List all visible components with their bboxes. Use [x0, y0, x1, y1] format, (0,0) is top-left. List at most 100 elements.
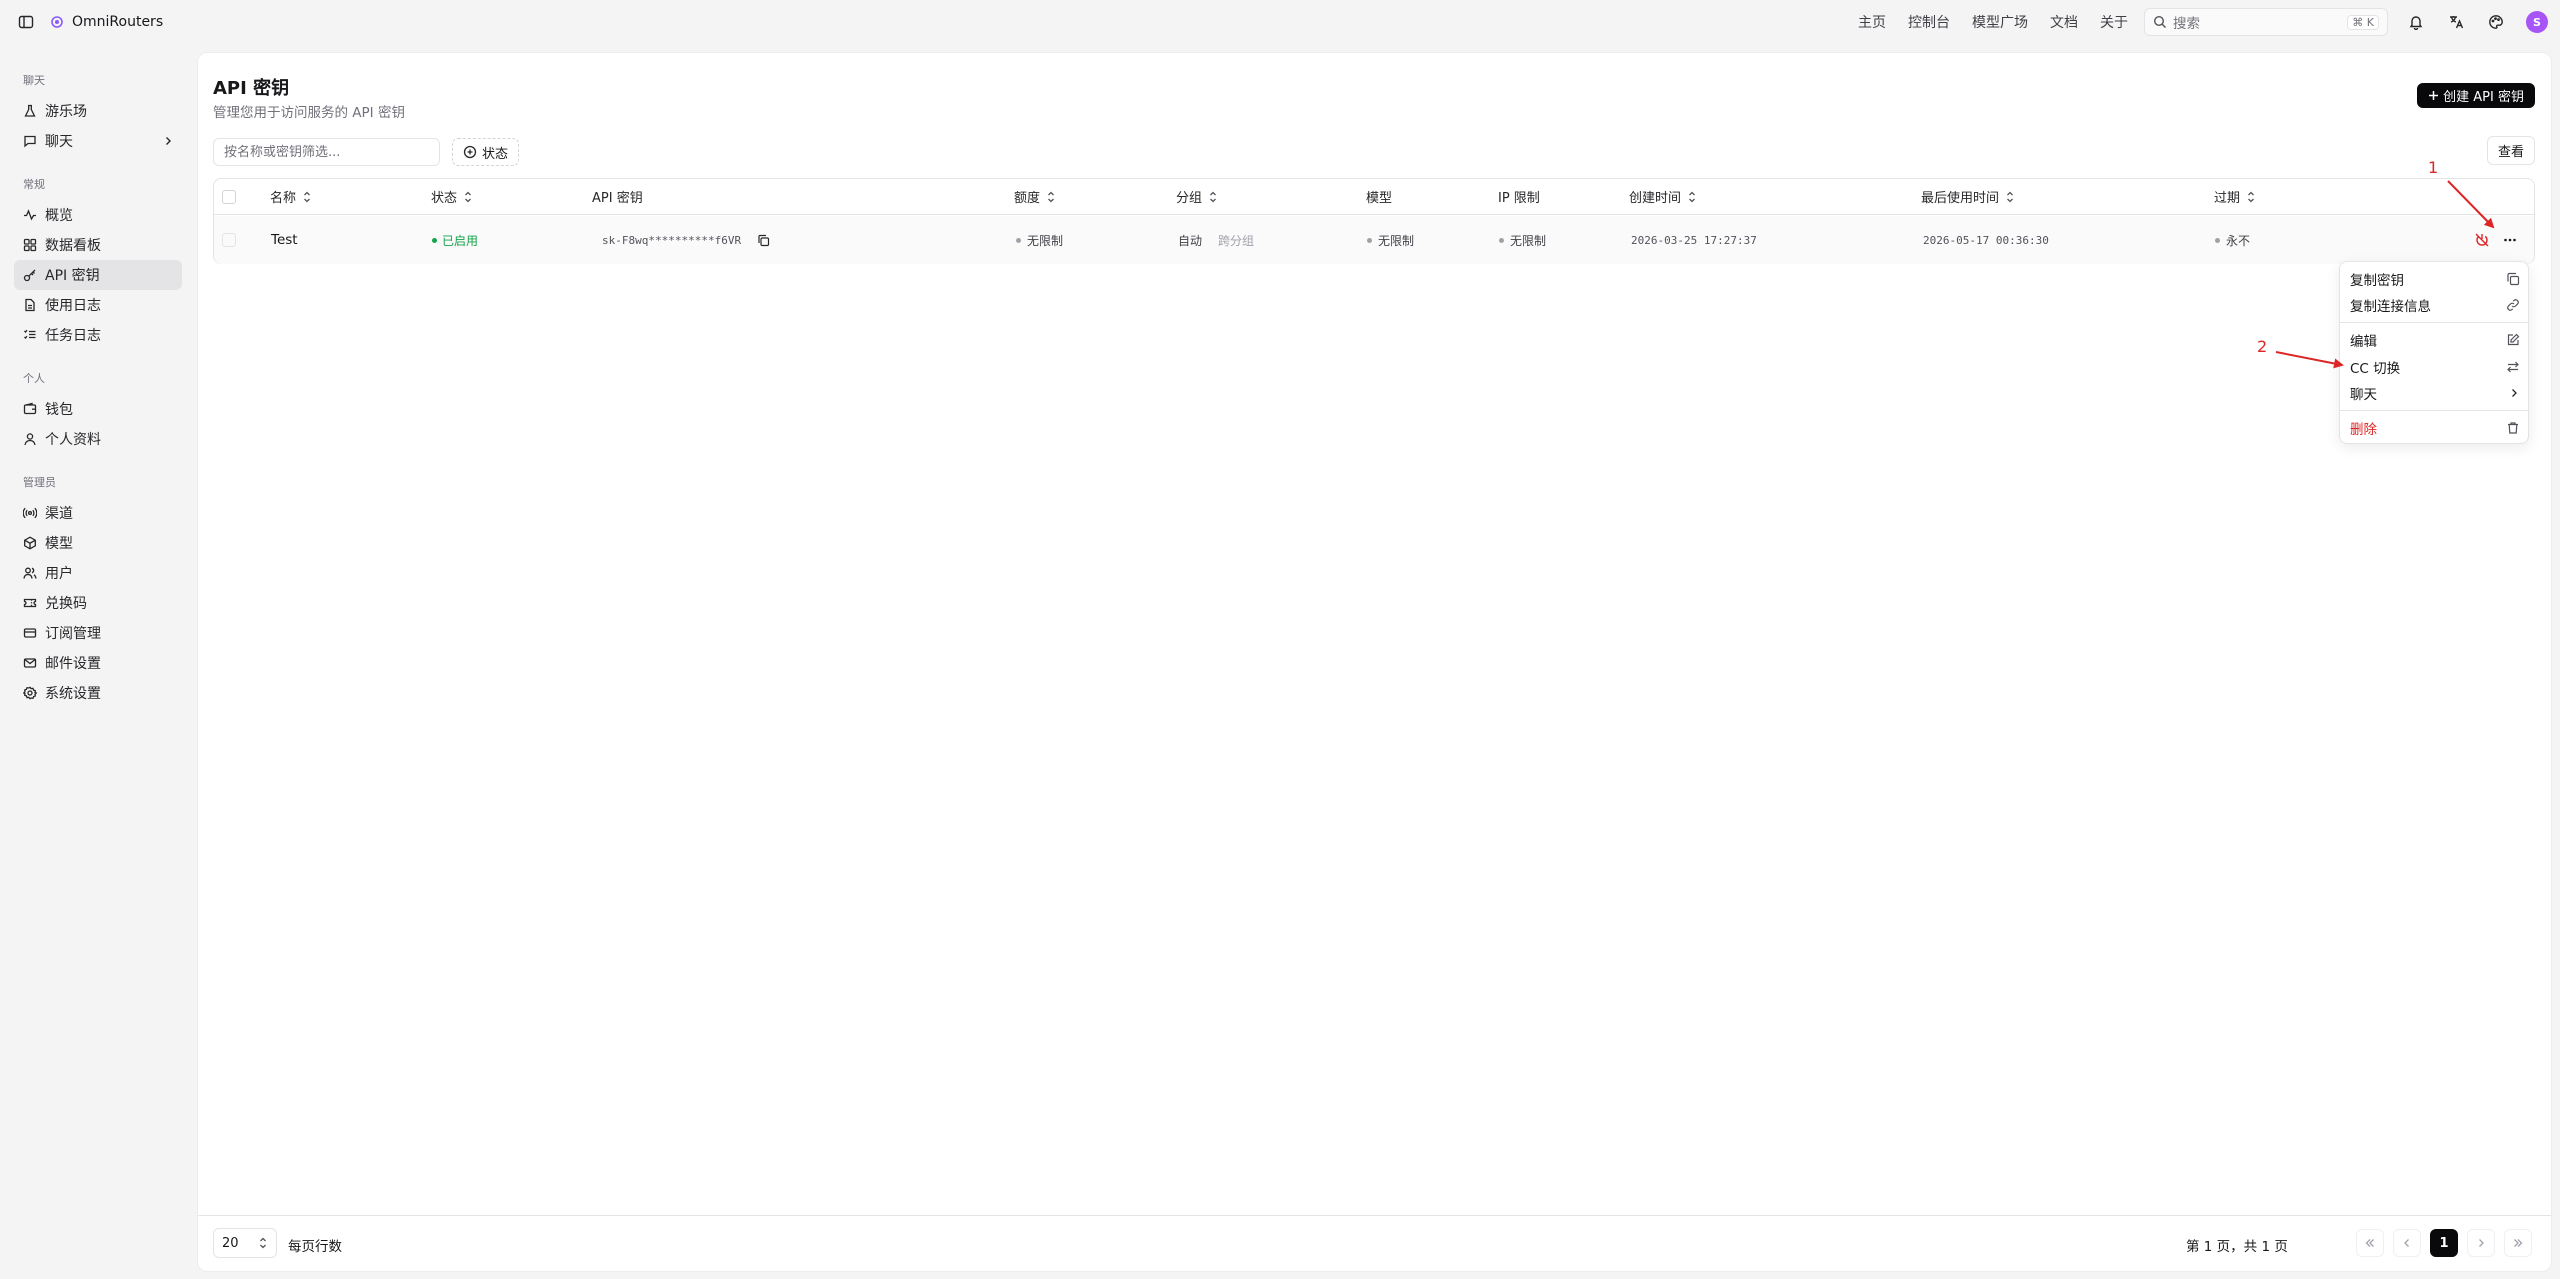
sidebar-item-task-logs[interactable]: 任务日志: [14, 320, 182, 350]
sidebar-item-chat[interactable]: 聊天: [14, 126, 182, 156]
last-page-button[interactable]: [2504, 1229, 2532, 1257]
sidebar-item-label: 渠道: [45, 506, 73, 522]
sidebar-item-system-settings[interactable]: 系统设置: [14, 678, 182, 708]
sidebar-item-label: API 密钥: [45, 268, 100, 284]
cell-last-used: 2026-05-17 00:36:30: [1923, 233, 2049, 247]
chevrons-left-icon: [2364, 1237, 2376, 1249]
create-api-key-button[interactable]: 创建 API 密钥: [2417, 83, 2535, 108]
header-last-used[interactable]: 最后使用时间: [1921, 179, 2015, 214]
header-name[interactable]: 名称: [270, 179, 312, 214]
user-icon: [23, 432, 37, 446]
header-label: API 密钥: [592, 191, 643, 206]
next-page-button[interactable]: [2467, 1229, 2495, 1257]
nav-home[interactable]: 主页: [1858, 12, 1886, 32]
sort-icon: [1687, 190, 1697, 204]
menu-separator: [2340, 410, 2528, 411]
nav-console[interactable]: 控制台: [1908, 12, 1950, 32]
header-expire[interactable]: 过期: [2214, 179, 2256, 214]
header-label: 过期: [2214, 191, 2241, 206]
header-group[interactable]: 分组: [1176, 179, 1218, 214]
prev-page-button[interactable]: [2393, 1229, 2421, 1257]
search-icon: [2153, 15, 2167, 29]
header-model: 模型: [1366, 179, 1392, 214]
table-footer: 20 每页行数 第 1 页，共 1 页 1: [198, 1215, 2551, 1271]
bell-icon[interactable]: [2406, 12, 2426, 32]
list-check-icon: [23, 328, 37, 342]
sidebar-item-wallet[interactable]: 钱包: [14, 394, 182, 424]
sidebar-item-label: 聊天: [45, 134, 73, 150]
search-box[interactable]: 搜索 ⌘ K: [2144, 8, 2388, 36]
sidebar-item-users[interactable]: 用户: [14, 558, 182, 588]
edit-icon: [2506, 333, 2520, 347]
sidebar-item-mail-settings[interactable]: 邮件设置: [14, 648, 182, 678]
page-button-current[interactable]: 1: [2430, 1229, 2458, 1257]
sidebar-item-overview[interactable]: 概览: [14, 200, 182, 230]
sidebar-item-playground[interactable]: 游乐场: [14, 96, 182, 126]
disable-key-icon[interactable]: [2474, 216, 2490, 264]
sidebar-item-dashboard[interactable]: 数据看板: [14, 230, 182, 260]
status-filter-label: 状态: [482, 146, 509, 162]
menu-item-delete[interactable]: 删除: [2340, 415, 2528, 441]
key-icon: [23, 268, 37, 282]
menu-item-label: CC 切换: [2350, 361, 2401, 377]
header-created[interactable]: 创建时间: [1629, 179, 1697, 214]
nav-docs[interactable]: 文档: [2050, 12, 2078, 32]
row-more-actions-button[interactable]: [2502, 216, 2518, 264]
menu-item-label: 编辑: [2350, 334, 2377, 350]
cell-name: Test: [271, 232, 298, 248]
chevron-right-icon: [2475, 1237, 2487, 1249]
header-ip-limit: IP 限制: [1498, 179, 1540, 214]
menu-item-chat[interactable]: 聊天: [2340, 380, 2528, 406]
cell-quota: 无限制: [1016, 216, 1063, 264]
menu-item-copy-key[interactable]: 复制密钥: [2340, 266, 2528, 292]
sidebar-item-redeem-codes[interactable]: 兑换码: [14, 588, 182, 618]
copy-icon[interactable]: [757, 234, 770, 247]
sidebar-item-usage-logs[interactable]: 使用日志: [14, 290, 182, 320]
filter-input[interactable]: [213, 138, 440, 166]
cell-api-key: sk-F8wq**********f6VR: [602, 216, 770, 264]
sidebar-group-personal: 个人: [23, 372, 45, 385]
menu-item-edit[interactable]: 编辑: [2340, 327, 2528, 353]
row-checkbox[interactable]: [222, 233, 236, 247]
model-dot: [1367, 237, 1372, 243]
sidebar-item-label: 兑换码: [45, 596, 87, 612]
avatar[interactable]: S: [2526, 11, 2548, 33]
sort-icon: [1046, 190, 1056, 204]
sidebar-item-api-keys[interactable]: API 密钥: [14, 260, 182, 290]
chevron-up-down-icon: [258, 1236, 268, 1250]
status-filter-button[interactable]: 状态: [452, 138, 520, 166]
nav-model-square[interactable]: 模型广场: [1972, 12, 2028, 32]
menu-item-cc-switch[interactable]: CC 切换: [2340, 354, 2528, 380]
sidebar-item-subscriptions[interactable]: 订阅管理: [14, 618, 182, 648]
cell-model: 无限制: [1367, 216, 1414, 264]
nav-about[interactable]: 关于: [2100, 12, 2128, 32]
header-label: 额度: [1014, 191, 1041, 206]
file-icon: [23, 298, 37, 312]
header-quota[interactable]: 额度: [1014, 179, 1056, 214]
header-status[interactable]: 状态: [431, 179, 473, 214]
cell-expire: 永不: [2215, 216, 2250, 264]
activity-icon: [23, 208, 37, 222]
sidebar-item-label: 数据看板: [45, 238, 101, 254]
sidebar-item-models[interactable]: 模型: [14, 528, 182, 558]
model-value: 无限制: [1378, 233, 1415, 248]
logo-icon: [50, 15, 64, 29]
sidebar-item-channels[interactable]: 渠道: [14, 498, 182, 528]
palette-icon[interactable]: [2486, 12, 2506, 32]
sidebar-toggle-icon[interactable]: [18, 14, 34, 30]
table-row[interactable]: Test 已启用 sk-F8wq**********f6VR 无限制 自动 跨分组…: [214, 216, 2534, 264]
menu-item-copy-connection[interactable]: 复制连接信息: [2340, 292, 2528, 318]
header-label: 最后使用时间: [1921, 191, 2000, 206]
users-icon: [23, 566, 37, 580]
select-all-checkbox[interactable]: [222, 189, 236, 204]
sidebar: 聊天 游乐场 聊天 常规 概览 数据看板 API 密钥 使用日志 任务日志 个人…: [0, 52, 196, 1279]
sidebar-item-profile[interactable]: 个人资料: [14, 424, 182, 454]
sort-icon: [1208, 190, 1218, 204]
header-label: 模型: [1366, 191, 1393, 206]
sidebar-group-general: 常规: [23, 178, 45, 191]
rows-per-page-select[interactable]: 20: [213, 1228, 277, 1258]
brand[interactable]: OmniRouters: [50, 14, 163, 30]
translate-icon[interactable]: [2446, 12, 2466, 32]
first-page-button[interactable]: [2356, 1229, 2384, 1257]
view-button[interactable]: 查看: [2486, 136, 2535, 165]
